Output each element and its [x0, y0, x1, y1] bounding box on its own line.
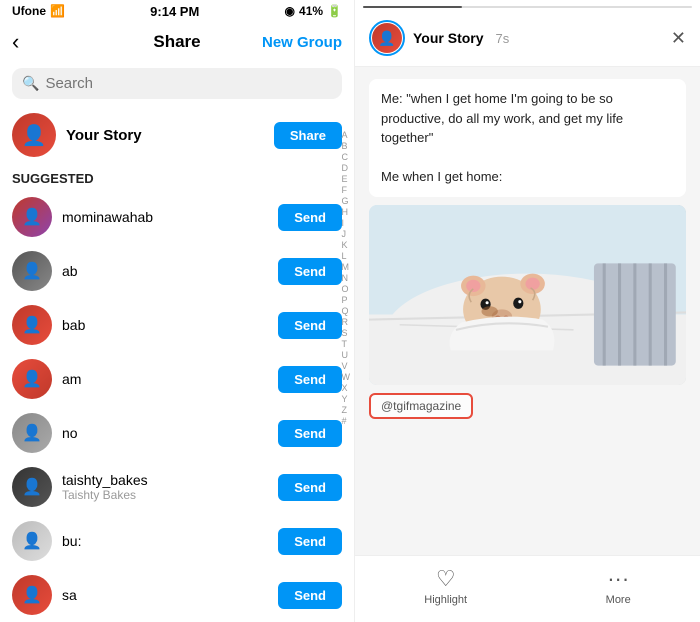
contact-row: 👤 sa Send: [0, 568, 354, 622]
status-right: ◉ 41% 🔋: [285, 4, 342, 18]
meme-image: [369, 205, 686, 385]
contact-row: 👤 bu: Send: [0, 514, 354, 568]
send-button[interactable]: Send: [278, 474, 342, 501]
contact-info: sa: [62, 587, 77, 603]
story-left: 👤 Your Story: [12, 113, 142, 157]
contact-info: no: [62, 425, 78, 441]
contact-name: sa: [62, 587, 77, 603]
story-header-left: 👤 Your Story 7s: [369, 20, 509, 56]
avatar: 👤: [12, 359, 52, 399]
right-panel: 👤 Your Story 7s ✕ Me: "when I get home I…: [355, 0, 700, 622]
story-avatar-ring: 👤: [369, 20, 405, 56]
signal-text: 41%: [299, 4, 323, 18]
send-button[interactable]: Send: [278, 366, 342, 393]
avatar: 👤: [12, 305, 52, 345]
contact-info: taishty_bakes Taishty Bakes: [62, 472, 148, 502]
contact-row: 👤 no Send: [0, 406, 354, 460]
story-avatar: 👤: [372, 23, 402, 53]
story-text-block: Me: "when I get home I'm going to be so …: [369, 79, 686, 197]
contact-left: 👤 mominawahab: [12, 197, 153, 237]
search-icon: 🔍: [22, 75, 39, 92]
wifi-icon: 📶: [50, 4, 65, 18]
contact-info: bu:: [62, 533, 81, 549]
close-button[interactable]: ✕: [671, 28, 686, 49]
story-content: Me: "when I get home I'm going to be so …: [355, 67, 700, 555]
more-icon: ···: [607, 566, 629, 592]
contact-name: bu:: [62, 533, 81, 549]
left-panel: Ufone 📶 9:14 PM ◉ 41% 🔋 ‹ Share New Grou…: [0, 0, 355, 622]
contact-name: ab: [62, 263, 78, 279]
new-group-button[interactable]: New Group: [262, 34, 342, 51]
story-text-1: Me: "when I get home I'm going to be so …: [381, 89, 674, 148]
contact-info: bab: [62, 317, 85, 333]
story-header: 👤 Your Story 7s ✕: [355, 10, 700, 67]
status-time: 9:14 PM: [150, 4, 199, 19]
contact-left: 👤 bab: [12, 305, 85, 345]
story-username: Your Story: [413, 30, 484, 46]
contact-left: 👤 no: [12, 413, 78, 453]
contact-row: 👤 taishty_bakes Taishty Bakes Send: [0, 460, 354, 514]
avatar: 👤: [12, 467, 52, 507]
more-button[interactable]: ··· More: [606, 566, 631, 606]
send-button[interactable]: Send: [278, 420, 342, 447]
send-button[interactable]: Send: [278, 582, 342, 609]
contact-info: ab: [62, 263, 78, 279]
contact-row: 👤 mominawahab Send: [0, 190, 354, 244]
contact-info: am: [62, 371, 81, 387]
story-bottom-bar: ♡ Highlight ··· More: [355, 555, 700, 622]
send-button[interactable]: Send: [278, 204, 342, 231]
share-header: ‹ Share New Group: [0, 22, 354, 62]
alphabet-sidebar: A B C D E F G H I J K L M N O P Q R S T …: [342, 130, 351, 426]
progress-bar-fill: [363, 6, 462, 8]
contact-left: 👤 sa: [12, 575, 77, 615]
send-button[interactable]: Send: [278, 312, 342, 339]
contact-name: bab: [62, 317, 85, 333]
your-story-row: 👤 Your Story Share: [0, 105, 354, 165]
contact-left: 👤 bu:: [12, 521, 81, 561]
avatar: 👤: [12, 413, 52, 453]
your-story-share-button[interactable]: Share: [274, 122, 342, 149]
status-bar: Ufone 📶 9:14 PM ◉ 41% 🔋: [0, 0, 354, 22]
contact-subtitle: Taishty Bakes: [62, 488, 148, 502]
contact-left: 👤 am: [12, 359, 81, 399]
contact-row: 👤 am Send: [0, 352, 354, 406]
contacts-list: 👤 mominawahab Send 👤 ab Send 👤 bab: [0, 190, 354, 622]
carrier-text: Ufone: [12, 4, 46, 18]
story-text-2: Me when I get home:: [381, 167, 674, 187]
contact-name: mominawahab: [62, 209, 153, 225]
contact-row: 👤 bab Send: [0, 298, 354, 352]
your-story-avatar: 👤: [12, 113, 56, 157]
contact-row: 👤 ab Send: [0, 244, 354, 298]
avatar: 👤: [12, 251, 52, 291]
contact-left: 👤 taishty_bakes Taishty Bakes: [12, 467, 148, 507]
avatar: 👤: [12, 575, 52, 615]
gps-icon: ◉: [285, 4, 295, 18]
highlight-label: Highlight: [424, 594, 467, 606]
progress-bar-track: [363, 6, 692, 8]
search-bar[interactable]: 🔍: [12, 68, 342, 99]
heart-icon: ♡: [436, 566, 456, 592]
battery-icon: 🔋: [327, 4, 342, 18]
send-button[interactable]: Send: [278, 258, 342, 285]
progress-bar-container: [355, 0, 700, 10]
meme-svg: [369, 205, 686, 385]
highlight-button[interactable]: ♡ Highlight: [424, 566, 467, 606]
avatar: 👤: [12, 521, 52, 561]
send-button[interactable]: Send: [278, 528, 342, 555]
story-time: 7s: [496, 31, 510, 46]
story-tag: @tgifmagazine: [369, 393, 473, 419]
back-button[interactable]: ‹: [12, 29, 19, 55]
search-input[interactable]: [45, 75, 332, 92]
suggested-label: SUGGESTED: [0, 165, 354, 190]
more-label: More: [606, 594, 631, 606]
your-story-label: Your Story: [66, 127, 142, 144]
contact-name: no: [62, 425, 78, 441]
status-left: Ufone 📶: [12, 4, 65, 18]
contact-name: am: [62, 371, 81, 387]
header-title: Share: [153, 32, 200, 52]
contact-name: taishty_bakes: [62, 472, 148, 488]
contact-left: 👤 ab: [12, 251, 78, 291]
avatar: 👤: [12, 197, 52, 237]
contact-info: mominawahab: [62, 209, 153, 225]
